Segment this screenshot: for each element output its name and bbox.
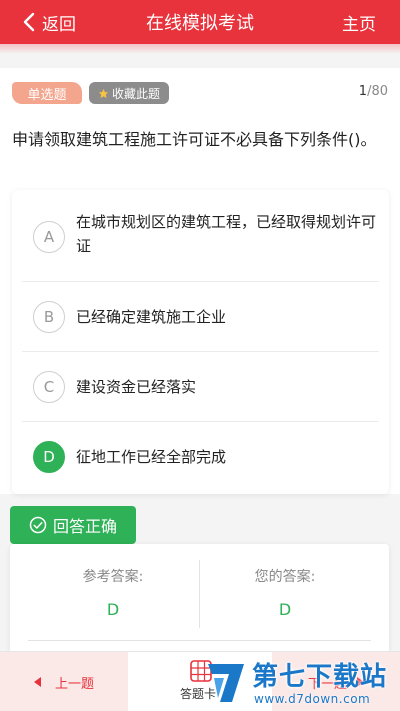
result-status-badge: 回答正确 — [10, 506, 136, 544]
your-answer-value: D — [278, 600, 292, 619]
page-title: 在线模拟考试 — [146, 13, 254, 34]
option-letter: C — [33, 371, 65, 403]
favorite-button[interactable]: 收藏此题 — [89, 82, 169, 104]
question-type-tag: 单选题 — [12, 82, 82, 104]
option-b[interactable]: B 已经确定建筑施工企业 — [22, 282, 379, 352]
your-answer: 您的答案: D — [200, 566, 370, 619]
progress-total: /80 — [367, 84, 388, 99]
option-letter-selected: D — [33, 441, 65, 473]
option-a[interactable]: A 在城市规划区的建筑工程，已经取得规划许可证 — [22, 190, 379, 282]
favorite-label: 收藏此题 — [111, 86, 160, 101]
options-list: A 在城市规划区的建筑工程，已经取得规划许可证 B 已经确定建筑施工企业 C 建… — [12, 190, 389, 494]
triangle-left-icon — [33, 677, 41, 687]
your-answer-label: 您的答案: — [254, 569, 316, 585]
option-letter: B — [33, 301, 65, 333]
check-circle-icon — [29, 516, 47, 534]
progress-current: 1 — [358, 84, 368, 99]
option-letter: A — [33, 221, 65, 253]
option-text: 已经确定建筑施工企业 — [76, 308, 227, 326]
question-text: 申请领取建筑工程施工许可证不必具备下列条件()。 — [12, 130, 377, 149]
answer-bottom-divider — [28, 640, 371, 641]
option-text: 征地工作已经全部完成 — [76, 448, 227, 466]
option-text: 在城市规划区的建筑工程，已经取得规划许可证 — [76, 213, 377, 255]
option-text: 建设资金已经落实 — [76, 378, 197, 396]
home-button[interactable]: 主页 — [342, 0, 376, 44]
top-nav-bar: 返回 在线模拟考试 主页 — [0, 0, 400, 44]
reference-answer-label: 参考答案: — [82, 569, 144, 585]
prev-question-button[interactable]: 上一题 — [0, 652, 128, 711]
answer-card: 参考答案: D 您的答案: D — [10, 544, 389, 654]
watermark-title: 第七下载站 — [252, 662, 388, 692]
reference-answer: 参考答案: D — [28, 566, 198, 619]
result-status-label: 回答正确 — [52, 517, 117, 536]
header-shadow — [0, 44, 400, 54]
option-c[interactable]: C 建设资金已经落实 — [22, 352, 379, 422]
star-icon — [98, 88, 109, 98]
question-progress: 1/80 — [359, 84, 388, 99]
prev-question-label: 上一题 — [54, 676, 94, 692]
option-d[interactable]: D 征地工作已经全部完成 — [22, 422, 379, 494]
reference-answer-value: D — [106, 600, 120, 619]
watermark-logo-icon — [208, 664, 244, 702]
question-panel: 单选题 收藏此题 1/80 申请领取建筑工程施工许可证不必具备下列条件()。 A… — [0, 68, 400, 494]
site-watermark: 第七下载站 www.d7down.com — [204, 656, 396, 710]
watermark-url: www.d7down.com — [254, 692, 371, 706]
